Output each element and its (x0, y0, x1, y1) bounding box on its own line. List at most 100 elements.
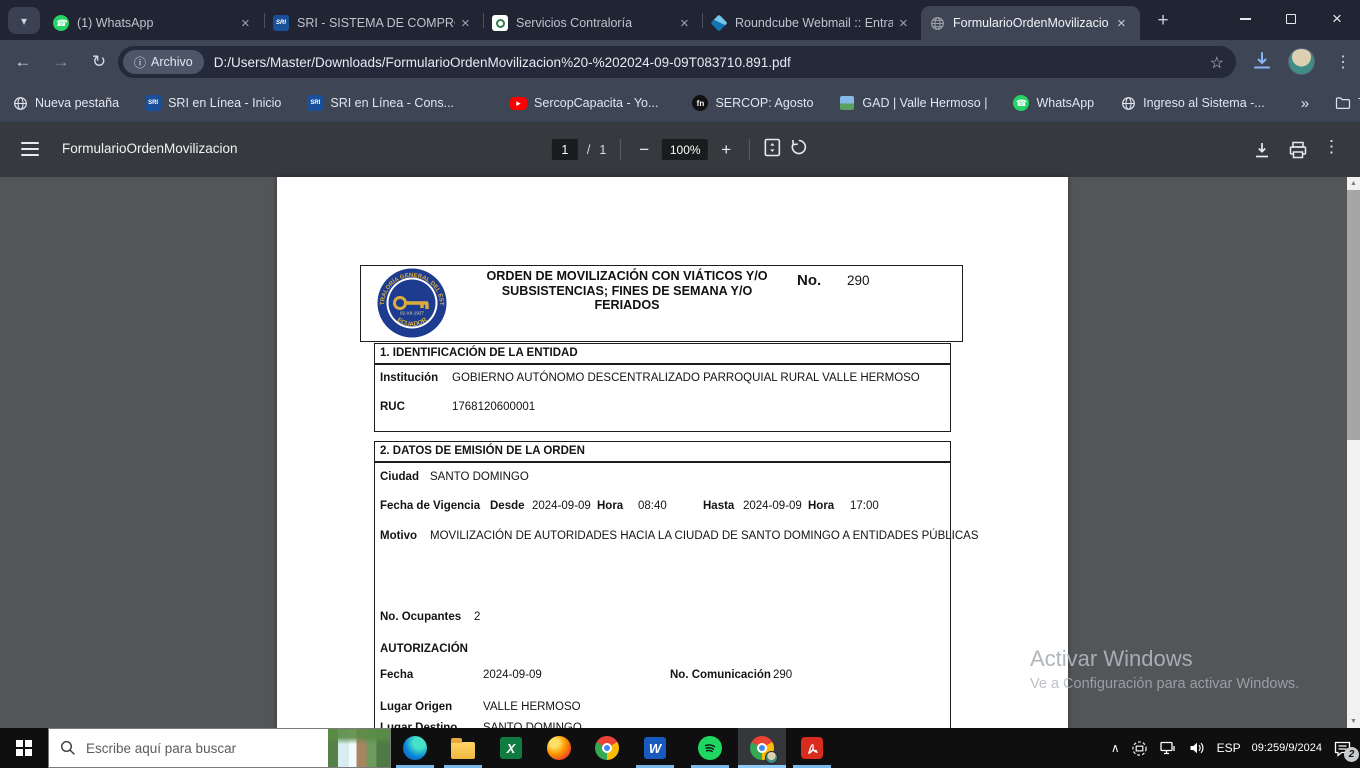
contraloria-favicon (492, 15, 508, 31)
fit-page-button[interactable] (764, 138, 781, 162)
window-close-button[interactable]: × (1314, 0, 1360, 38)
bookmark-sri-consultas[interactable]: SRI SRI en Línea - Cons... (307, 95, 454, 111)
hora-hasta-value: 17:00 (850, 500, 879, 512)
zoom-in-button[interactable]: + (717, 140, 735, 160)
action-center-button[interactable]: 2 (1333, 740, 1352, 757)
motivo-label: Motivo (380, 530, 417, 542)
scroll-up-arrow[interactable]: ▲ (1347, 177, 1360, 190)
zoom-out-button[interactable]: − (635, 140, 653, 160)
bookmark-sercopcapacita[interactable]: ▸ SercopCapacita - Yo... (510, 96, 658, 110)
tab-formulario-active[interactable]: FormularioOrdenMovilizacio × (921, 6, 1140, 40)
network-icon[interactable] (1159, 740, 1177, 756)
tab-search-button[interactable]: ▾ (8, 7, 40, 34)
back-button[interactable]: ← (8, 47, 38, 77)
fecha-value: 2024-09-09 (483, 669, 542, 681)
bookmark-label: SercopCapacita - Yo... (534, 96, 658, 110)
tab-whatsapp[interactable]: ☎ (1) WhatsApp × (45, 6, 264, 40)
chrome-icon (595, 736, 619, 760)
taskbar-clock[interactable]: 09:25 9/9/2024 (1252, 742, 1322, 755)
profile-avatar[interactable] (1288, 48, 1315, 75)
pdf-document-title: FormularioOrdenMovilizacion (62, 141, 238, 156)
bookmark-label: Nueva pestaña (35, 96, 119, 110)
bookmark-gad-valle-hermoso[interactable]: GAD | Valle Hermoso | (839, 95, 987, 111)
taskbar-chrome-active[interactable] (738, 728, 786, 768)
cube-icon (711, 15, 728, 32)
file-scheme-chip[interactable]: ⓘ Archivo (123, 50, 204, 74)
volume-icon[interactable] (1188, 740, 1206, 756)
bookmarks-overflow-button[interactable]: » (1291, 95, 1319, 112)
start-button[interactable] (0, 728, 48, 768)
tab-roundcube[interactable]: Roundcube Webmail :: Entra × (703, 6, 922, 40)
bookmark-sri-inicio[interactable]: SRI SRI en Línea - Inicio (145, 95, 281, 111)
comunicacion-value: 290 (773, 669, 792, 681)
bookmark-label: GAD | Valle Hermoso | (862, 96, 987, 110)
taskbar-file-explorer[interactable] (439, 728, 487, 768)
taskbar-search-box[interactable]: Escribe aquí para buscar (48, 728, 391, 768)
tab-label: FormularioOrdenMovilizacio (953, 16, 1111, 30)
bookmark-nueva-pestana[interactable]: Nueva pestaña (12, 95, 119, 111)
browser-menu-button[interactable]: ⋮ (1332, 48, 1354, 76)
taskbar-excel[interactable]: X (487, 728, 535, 768)
tab-close-icon[interactable]: × (680, 16, 689, 31)
tray-show-hidden-icons[interactable]: ∧ (1111, 741, 1120, 755)
doc-no-value: 290 (847, 273, 870, 288)
vigencia-label: Fecha de Vigencia (380, 500, 480, 512)
tab-close-icon[interactable]: × (241, 16, 250, 31)
globe-favicon (929, 15, 945, 31)
search-icon (60, 740, 76, 756)
bookmark-ingreso-sistema[interactable]: Ingreso al Sistema -... (1120, 95, 1265, 111)
sri-favicon: SRI (273, 15, 289, 31)
institucion-label: Institución (380, 372, 438, 384)
window-maximize-button[interactable] (1268, 0, 1314, 38)
page-number-input[interactable]: 1 (552, 139, 578, 160)
forward-button[interactable]: → (46, 47, 76, 77)
excel-icon: X (500, 737, 522, 759)
tab-close-icon[interactable]: × (899, 16, 908, 31)
language-indicator[interactable]: ESP (1217, 741, 1241, 755)
window-minimize-button[interactable] (1222, 0, 1268, 38)
notification-badge: 2 (1344, 747, 1359, 762)
rotate-button[interactable] (790, 138, 808, 161)
bookmark-sercop-agosto[interactable]: fn SERCOP: Agosto (692, 95, 813, 111)
rotate-icon (790, 138, 808, 156)
tab-close-icon[interactable]: × (1117, 16, 1126, 31)
chip-label: Archivo (151, 55, 193, 69)
tab-close-icon[interactable]: × (461, 16, 470, 31)
scroll-down-arrow[interactable]: ▼ (1347, 715, 1360, 728)
tray-app-icon[interactable] (1131, 740, 1148, 757)
bookmark-star-icon[interactable]: ☆ (1210, 53, 1224, 73)
pdf-more-button[interactable]: ⋮ (1323, 137, 1340, 157)
scrollbar-thumb[interactable] (1347, 190, 1360, 440)
taskbar-edge[interactable] (391, 728, 439, 768)
taskbar-firefox[interactable] (535, 728, 583, 768)
fn-icon: fn (692, 95, 708, 111)
tab-label: SRI - SISTEMA DE COMPROB (297, 16, 455, 30)
downloads-button[interactable] (1250, 49, 1274, 78)
all-bookmarks-button[interactable]: Todos los marcadores (1335, 95, 1360, 111)
bookmark-whatsapp[interactable]: ☎ WhatsApp (1013, 95, 1094, 111)
pdf-menu-button[interactable] (21, 142, 39, 156)
toolbar-separator (749, 139, 750, 160)
taskbar-word[interactable]: W (631, 728, 679, 768)
search-highlight-image[interactable] (328, 729, 390, 767)
address-bar[interactable]: ⓘ Archivo D:/Users/Master/Downloads/Form… (118, 46, 1236, 78)
tab-contraloria[interactable]: Servicios Contraloría × (484, 6, 703, 40)
sri-icon: SRI (307, 95, 323, 111)
taskbar-acrobat[interactable] (788, 728, 836, 768)
zoom-level[interactable]: 100% (662, 139, 708, 160)
reload-button[interactable]: ↻ (84, 47, 114, 77)
ruc-label: RUC (380, 401, 405, 413)
hasta-value: 2024-09-09 (743, 500, 802, 512)
desde-label: Desde (490, 500, 525, 512)
vertical-scrollbar[interactable]: ▲ ▼ (1347, 177, 1360, 728)
tab-label: Roundcube Webmail :: Entra (735, 16, 893, 30)
tab-sri[interactable]: SRI SRI - SISTEMA DE COMPROB × (265, 6, 484, 40)
taskbar-chrome-pinned[interactable] (583, 728, 631, 768)
ocupantes-value: 2 (474, 611, 480, 623)
new-tab-button[interactable]: + (1150, 8, 1176, 34)
page-slash: / (587, 143, 590, 157)
taskbar-spotify[interactable] (686, 728, 734, 768)
pdf-download-button[interactable] (1252, 140, 1272, 165)
minimize-icon (1240, 18, 1251, 20)
pdf-print-button[interactable] (1288, 140, 1308, 165)
